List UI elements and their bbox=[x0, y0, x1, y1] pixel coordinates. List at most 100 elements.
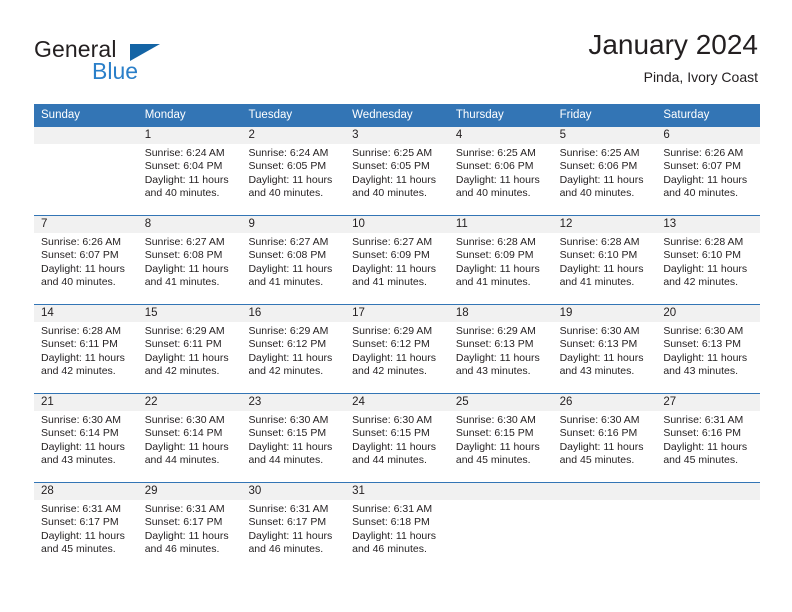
day-cell[interactable]: Sunrise: 6:25 AM Sunset: 6:06 PM Dayligh… bbox=[449, 144, 553, 215]
sunset-text: Sunset: 6:17 PM bbox=[248, 516, 327, 529]
day-cell[interactable]: Sunrise: 6:30 AM Sunset: 6:15 PM Dayligh… bbox=[449, 411, 553, 482]
sunrise-text: Sunrise: 6:28 AM bbox=[559, 236, 640, 248]
day-cell[interactable]: Sunrise: 6:25 AM Sunset: 6:05 PM Dayligh… bbox=[345, 144, 449, 215]
calendar-week-row: 1 2 3 4 5 6 Sunrise: 6:24 AM Sunset: 6:0… bbox=[34, 126, 760, 215]
calendar-week-row: 21 22 23 24 25 26 27 Sunrise: 6:30 AM Su… bbox=[34, 393, 760, 482]
day-number: 27 bbox=[663, 396, 677, 408]
day-cell[interactable]: Sunrise: 6:29 AM Sunset: 6:11 PM Dayligh… bbox=[138, 322, 242, 393]
daylight-text: Daylight: 11 hours and 41 minutes. bbox=[144, 262, 229, 288]
day-cell[interactable]: Sunrise: 6:26 AM Sunset: 6:07 PM Dayligh… bbox=[34, 233, 138, 304]
day-number: 7 bbox=[41, 218, 48, 230]
day-cell[interactable]: Sunrise: 6:25 AM Sunset: 6:06 PM Dayligh… bbox=[553, 144, 657, 215]
sunset-text: Sunset: 6:17 PM bbox=[41, 516, 119, 529]
day-cell[interactable]: Sunrise: 6:31 AM Sunset: 6:17 PM Dayligh… bbox=[138, 500, 242, 571]
sunrise-text: Sunrise: 6:29 AM bbox=[144, 325, 225, 337]
day-cell[interactable]: Sunrise: 6:29 AM Sunset: 6:12 PM Dayligh… bbox=[345, 322, 449, 393]
sunset-text: Sunset: 6:15 PM bbox=[248, 427, 327, 440]
day-number bbox=[553, 483, 657, 500]
day-cell[interactable] bbox=[449, 500, 553, 571]
daylight-text: Daylight: 11 hours and 41 minutes. bbox=[455, 262, 540, 288]
day-number: 23 bbox=[248, 396, 262, 408]
day-cell[interactable]: Sunrise: 6:28 AM Sunset: 6:10 PM Dayligh… bbox=[553, 233, 657, 304]
day-cell[interactable]: Sunrise: 6:31 AM Sunset: 6:18 PM Dayligh… bbox=[345, 500, 449, 571]
day-cell[interactable]: Sunrise: 6:24 AM Sunset: 6:05 PM Dayligh… bbox=[241, 144, 345, 215]
sunrise-text: Sunrise: 6:26 AM bbox=[663, 147, 744, 159]
day-number: 24 bbox=[352, 396, 365, 408]
sunset-text: Sunset: 6:14 PM bbox=[144, 427, 223, 440]
day-cell[interactable]: Sunrise: 6:27 AM Sunset: 6:08 PM Dayligh… bbox=[138, 233, 242, 304]
day-cell[interactable]: Sunrise: 6:30 AM Sunset: 6:13 PM Dayligh… bbox=[656, 322, 760, 393]
day-cell[interactable]: Sunrise: 6:28 AM Sunset: 6:09 PM Dayligh… bbox=[449, 233, 553, 304]
day-cell[interactable]: Sunrise: 6:29 AM Sunset: 6:13 PM Dayligh… bbox=[449, 322, 553, 393]
sunset-text: Sunset: 6:14 PM bbox=[41, 427, 119, 440]
sunrise-text: Sunrise: 6:28 AM bbox=[663, 236, 744, 248]
day-cell[interactable]: Sunrise: 6:31 AM Sunset: 6:16 PM Dayligh… bbox=[656, 411, 760, 482]
day-number: 28 bbox=[41, 485, 54, 497]
sunset-text: Sunset: 6:12 PM bbox=[248, 338, 327, 351]
sunrise-text: Sunrise: 6:31 AM bbox=[352, 503, 433, 515]
day-number-band: 7 8 9 10 11 12 13 bbox=[34, 216, 760, 233]
sunset-text: Sunset: 6:13 PM bbox=[663, 338, 741, 351]
sunrise-text: Sunrise: 6:27 AM bbox=[352, 236, 433, 248]
sunset-text: Sunset: 6:16 PM bbox=[663, 427, 741, 440]
sunrise-text: Sunrise: 6:31 AM bbox=[663, 414, 744, 426]
day-cell[interactable] bbox=[553, 500, 657, 571]
day-detail-band: Sunrise: 6:24 AM Sunset: 6:04 PM Dayligh… bbox=[34, 144, 760, 215]
weekday-header-tuesday: Tuesday bbox=[248, 109, 293, 121]
weekday-header-sunday: Sunday bbox=[41, 109, 81, 121]
day-cell[interactable]: Sunrise: 6:27 AM Sunset: 6:08 PM Dayligh… bbox=[241, 233, 345, 304]
daylight-text: Daylight: 11 hours and 44 minutes. bbox=[144, 440, 229, 466]
day-cell[interactable]: Sunrise: 6:27 AM Sunset: 6:09 PM Dayligh… bbox=[345, 233, 449, 304]
sunset-text: Sunset: 6:13 PM bbox=[559, 338, 638, 351]
sunset-text: Sunset: 6:10 PM bbox=[559, 249, 638, 262]
weekday-header-monday: Monday bbox=[144, 109, 186, 121]
day-cell[interactable] bbox=[656, 500, 760, 571]
calendar-week-row: 14 15 16 17 18 19 20 Sunrise: 6:28 AM Su… bbox=[34, 304, 760, 393]
daylight-text: Daylight: 11 hours and 46 minutes. bbox=[352, 529, 437, 555]
day-cell[interactable]: Sunrise: 6:30 AM Sunset: 6:14 PM Dayligh… bbox=[138, 411, 242, 482]
day-cell[interactable]: Sunrise: 6:28 AM Sunset: 6:10 PM Dayligh… bbox=[656, 233, 760, 304]
day-number: 15 bbox=[144, 307, 158, 319]
sunset-text: Sunset: 6:05 PM bbox=[352, 160, 430, 173]
day-cell[interactable]: Sunrise: 6:30 AM Sunset: 6:13 PM Dayligh… bbox=[553, 322, 657, 393]
general-blue-logo[interactable]: General Blue bbox=[34, 36, 254, 92]
day-detail-band: Sunrise: 6:30 AM Sunset: 6:14 PM Dayligh… bbox=[34, 411, 760, 482]
page-subtitle: Pinda, Ivory Coast bbox=[643, 69, 758, 85]
daylight-text: Daylight: 11 hours and 42 minutes. bbox=[352, 351, 437, 377]
sunset-text: Sunset: 6:08 PM bbox=[248, 249, 327, 262]
day-cell[interactable]: Sunrise: 6:24 AM Sunset: 6:04 PM Dayligh… bbox=[138, 144, 242, 215]
day-cell[interactable]: Sunrise: 6:31 AM Sunset: 6:17 PM Dayligh… bbox=[34, 500, 138, 571]
day-number: 13 bbox=[663, 218, 677, 230]
daylight-text: Daylight: 11 hours and 40 minutes. bbox=[559, 173, 644, 199]
sunrise-text: Sunrise: 6:25 AM bbox=[455, 147, 536, 159]
day-cell[interactable]: Sunrise: 6:30 AM Sunset: 6:16 PM Dayligh… bbox=[553, 411, 657, 482]
calendar-week-row: 28 29 30 31 Sunrise: 6:31 AM Sunset: 6:1… bbox=[34, 482, 760, 571]
sunset-text: Sunset: 6:11 PM bbox=[41, 338, 118, 351]
weekday-header-row: Sunday Monday Tuesday Wednesday Thursday… bbox=[34, 104, 760, 126]
daylight-text: Daylight: 11 hours and 40 minutes. bbox=[663, 173, 748, 199]
day-cell[interactable]: Sunrise: 6:30 AM Sunset: 6:15 PM Dayligh… bbox=[241, 411, 345, 482]
day-cell[interactable] bbox=[34, 144, 138, 215]
day-cell[interactable]: Sunrise: 6:30 AM Sunset: 6:15 PM Dayligh… bbox=[345, 411, 449, 482]
day-number: 26 bbox=[559, 396, 573, 408]
day-number: 25 bbox=[455, 396, 469, 408]
sunset-text: Sunset: 6:07 PM bbox=[663, 160, 741, 173]
daylight-text: Daylight: 11 hours and 41 minutes. bbox=[559, 262, 644, 288]
day-number: 8 bbox=[144, 218, 152, 230]
daylight-text: Daylight: 11 hours and 41 minutes. bbox=[248, 262, 333, 288]
day-number: 9 bbox=[248, 218, 255, 230]
daylight-text: Daylight: 11 hours and 45 minutes. bbox=[455, 440, 540, 466]
calendar-page: General Blue January 2024 Pinda, Ivory C… bbox=[0, 0, 792, 612]
daylight-text: Daylight: 11 hours and 43 minutes. bbox=[663, 351, 748, 377]
day-cell[interactable]: Sunrise: 6:28 AM Sunset: 6:11 PM Dayligh… bbox=[34, 322, 138, 393]
daylight-text: Daylight: 11 hours and 45 minutes. bbox=[663, 440, 748, 466]
sunrise-text: Sunrise: 6:29 AM bbox=[248, 325, 329, 337]
day-cell[interactable]: Sunrise: 6:30 AM Sunset: 6:14 PM Dayligh… bbox=[34, 411, 138, 482]
daylight-text: Daylight: 11 hours and 42 minutes. bbox=[663, 262, 748, 288]
daylight-text: Daylight: 11 hours and 40 minutes. bbox=[455, 173, 540, 199]
day-number: 2 bbox=[248, 129, 255, 141]
day-number: 31 bbox=[352, 485, 365, 497]
day-cell[interactable]: Sunrise: 6:29 AM Sunset: 6:12 PM Dayligh… bbox=[241, 322, 345, 393]
day-cell[interactable]: Sunrise: 6:26 AM Sunset: 6:07 PM Dayligh… bbox=[656, 144, 760, 215]
day-cell[interactable]: Sunrise: 6:31 AM Sunset: 6:17 PM Dayligh… bbox=[241, 500, 345, 571]
